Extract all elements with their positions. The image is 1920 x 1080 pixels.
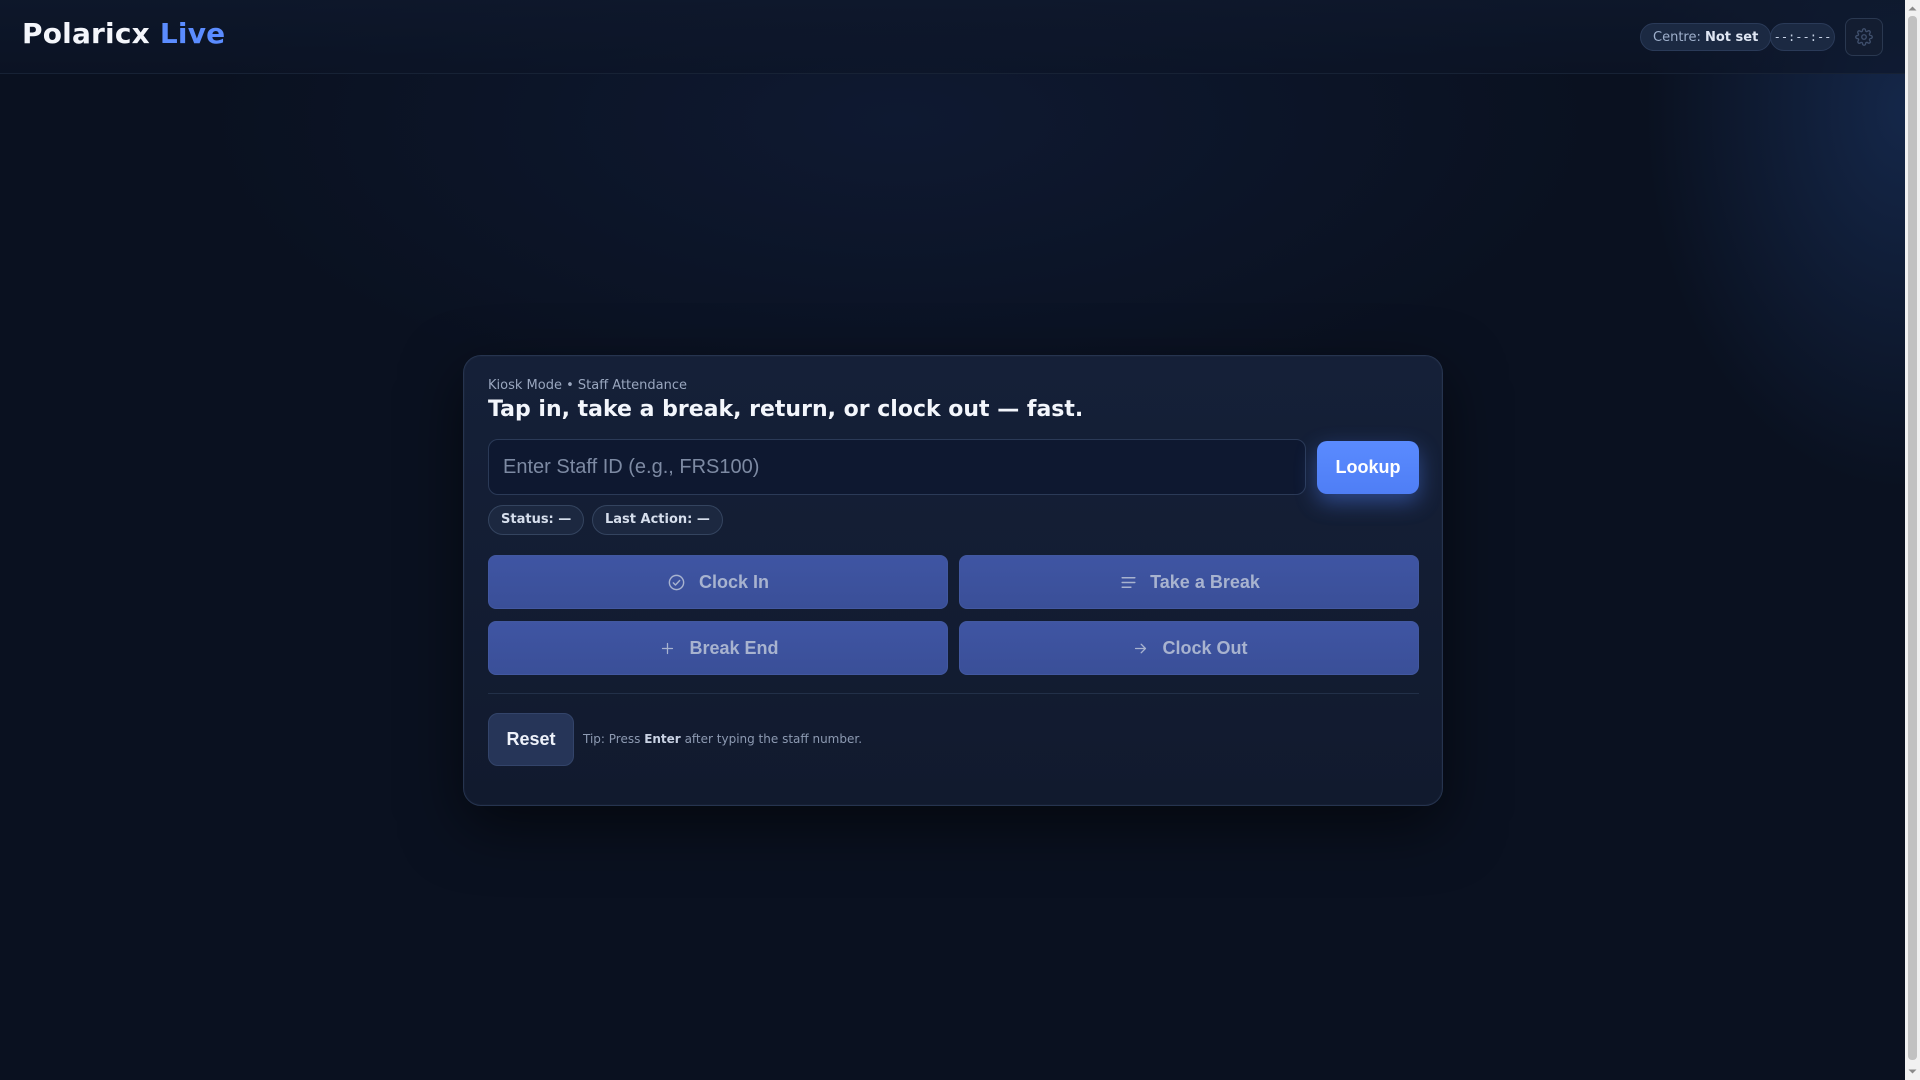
page-scrollbar[interactable] xyxy=(1905,0,1920,1080)
app-header: Polaricx Live Centre: Not set --:--:-- xyxy=(0,0,1905,74)
break-end-label: Break End xyxy=(689,637,779,658)
clock-out-button[interactable]: Clock Out xyxy=(959,621,1419,675)
arrow-right-icon xyxy=(1130,638,1150,658)
clock-in-button[interactable]: Clock In xyxy=(488,555,948,609)
status-value: — xyxy=(558,512,572,527)
centre-value: Not set xyxy=(1705,30,1759,45)
clock-out-label: Clock Out xyxy=(1162,637,1248,658)
plus-icon xyxy=(657,638,677,658)
enter-tip: Tip: Press Enter after typing the staff … xyxy=(583,732,862,746)
staff-id-input[interactable] xyxy=(488,439,1306,495)
tip-prefix: Tip: Press xyxy=(583,732,641,746)
take-break-button[interactable]: Take a Break xyxy=(959,555,1419,609)
last-action-label: Last Action: xyxy=(605,512,693,527)
last-action-value: — xyxy=(696,512,710,527)
scrollbar-thumb[interactable] xyxy=(1908,16,1917,1060)
lookup-button[interactable]: Lookup xyxy=(1317,441,1419,494)
scroll-down-arrow-icon[interactable] xyxy=(1908,1067,1917,1077)
reset-button[interactable]: Reset xyxy=(488,713,574,766)
centre-badge: Centre: Not set xyxy=(1640,23,1772,51)
check-circle-icon xyxy=(667,572,687,592)
break-end-button[interactable]: Break End xyxy=(488,621,948,675)
lines-icon xyxy=(1118,572,1138,592)
brand-accent: Live xyxy=(159,17,226,50)
clock-badge: --:--:-- xyxy=(1770,23,1835,51)
brand-name: Polaricx xyxy=(22,17,150,50)
take-break-label: Take a Break xyxy=(1150,571,1260,592)
settings-button[interactable] xyxy=(1845,18,1883,56)
kiosk-headline: Tap in, take a break, return, or clock o… xyxy=(488,397,1084,422)
last-action-badge: Last Action: — xyxy=(592,505,723,535)
card-divider xyxy=(488,693,1419,694)
kiosk-eyebrow: Kiosk Mode • Staff Attendance xyxy=(488,378,687,393)
centre-label: Centre: xyxy=(1653,30,1701,45)
kiosk-card: Kiosk Mode • Staff Attendance Tap in, ta… xyxy=(463,355,1443,806)
gear-icon xyxy=(1855,28,1873,46)
scroll-up-arrow-icon[interactable] xyxy=(1908,3,1917,13)
tip-suffix: after typing the staff number. xyxy=(684,732,863,746)
clock-in-label: Clock In xyxy=(698,571,769,592)
viewport: Polaricx Live Centre: Not set --:--:-- K… xyxy=(0,0,1905,1080)
tip-key: Enter xyxy=(644,732,681,746)
status-label: Status: xyxy=(501,512,554,527)
status-badge: Status: — xyxy=(488,505,585,535)
brand-logo: Polaricx Live xyxy=(22,17,225,50)
